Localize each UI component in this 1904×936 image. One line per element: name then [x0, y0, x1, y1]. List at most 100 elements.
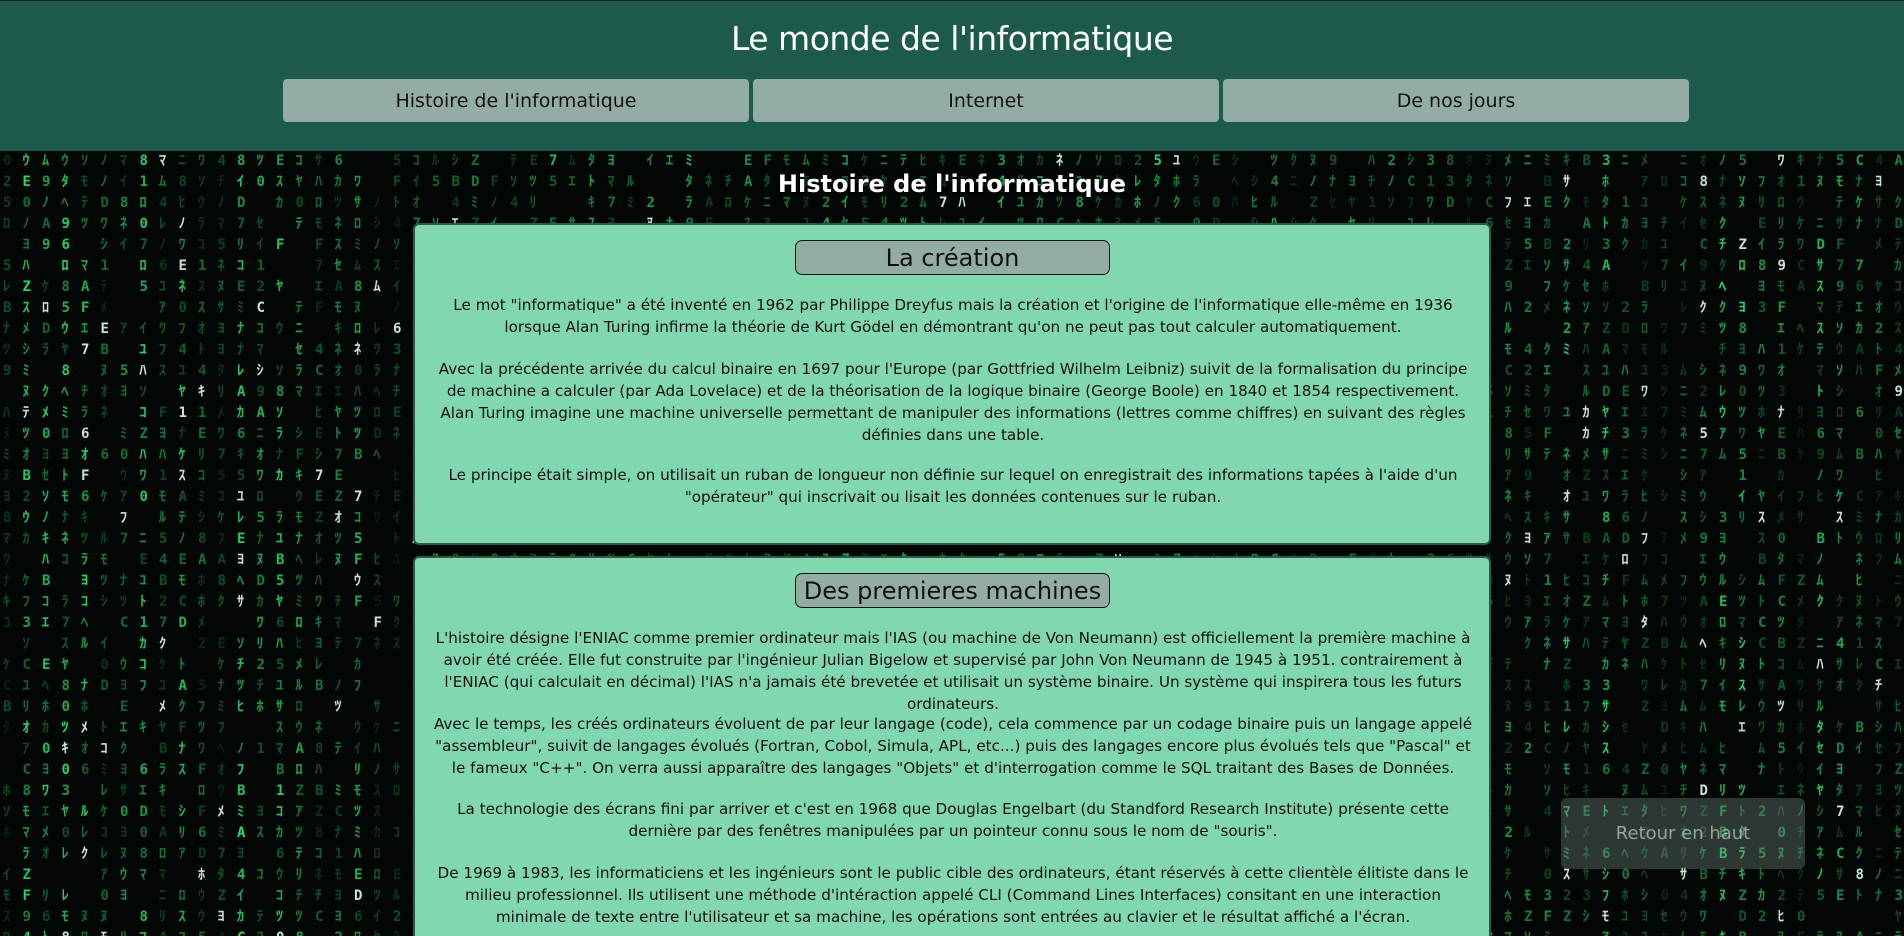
- svg-text:8: 8: [23, 783, 31, 799]
- back-to-top-button[interactable]: Retour en haut: [1561, 798, 1805, 869]
- svg-text:ﾏ: ﾏ: [276, 741, 283, 757]
- nav-de-nos-jours-button[interactable]: De nos jours: [1223, 79, 1689, 122]
- svg-text:F: F: [354, 552, 362, 568]
- svg-text:C: C: [1856, 153, 1864, 169]
- svg-text:2: 2: [23, 489, 31, 505]
- svg-text:ﾛ: ﾛ: [393, 783, 400, 799]
- nav-histoire-button[interactable]: Histoire de l'informatique: [283, 79, 749, 122]
- svg-text:F: F: [1778, 573, 1786, 589]
- svg-text:Z: Z: [1895, 762, 1903, 778]
- svg-text:4: 4: [1524, 720, 1532, 736]
- svg-text:ｻ: ｻ: [1836, 867, 1843, 883]
- svg-text:ﾖ: ﾖ: [42, 447, 49, 463]
- svg-text:ﾜ: ﾜ: [159, 321, 166, 337]
- svg-text:ｺ: ｺ: [1661, 552, 1668, 568]
- svg-text:ｺ: ｺ: [393, 825, 400, 841]
- svg-text:ﾗ: ﾗ: [81, 552, 88, 568]
- svg-text:A: A: [237, 384, 246, 400]
- svg-text:ﾖ: ﾖ: [257, 804, 264, 820]
- svg-text:ｸ: ｸ: [218, 594, 225, 610]
- svg-text:ﾀ: ﾀ: [1817, 720, 1824, 736]
- svg-text:0: 0: [140, 825, 148, 841]
- svg-text:ﾁ: ﾁ: [315, 888, 322, 904]
- svg-text:ｵ: ｵ: [1563, 468, 1570, 484]
- svg-text:ﾈ: ﾈ: [1719, 363, 1726, 379]
- svg-text:ｶ: ｶ: [140, 636, 147, 652]
- svg-text:ｿ: ｿ: [23, 636, 30, 652]
- svg-text:ﾓ: ﾓ: [1505, 762, 1512, 778]
- svg-text:ﾖ: ﾖ: [1524, 594, 1531, 610]
- svg-text:0: 0: [42, 426, 50, 442]
- svg-text:ﾉ: ﾉ: [335, 678, 342, 694]
- svg-text:ｺ: ｺ: [257, 321, 264, 337]
- svg-text:ｵ: ｵ: [1875, 384, 1882, 400]
- svg-text:0: 0: [179, 300, 187, 316]
- svg-text:3: 3: [1778, 384, 1786, 400]
- svg-text:ﾛ: ﾛ: [62, 426, 69, 442]
- svg-text:Z: Z: [1563, 909, 1571, 925]
- svg-text:ｽ: ｽ: [1641, 930, 1648, 936]
- svg-text:ﾗ: ﾗ: [1778, 237, 1785, 253]
- svg-text:ｿ: ｿ: [237, 636, 244, 652]
- svg-text:1: 1: [179, 405, 187, 421]
- svg-text:ｱ: ｱ: [1836, 615, 1843, 631]
- svg-text:ﾛ: ﾛ: [1836, 405, 1843, 421]
- svg-text:ｻ: ｻ: [1544, 846, 1551, 862]
- svg-text:ﾐ: ﾐ: [1856, 510, 1863, 526]
- svg-text:ｼ: ｼ: [1407, 153, 1414, 169]
- svg-text:ﾖ: ﾖ: [120, 384, 127, 400]
- svg-text:D: D: [1895, 216, 1903, 232]
- nav-internet-button[interactable]: Internet: [753, 79, 1219, 122]
- svg-text:ﾄ: ﾄ: [1524, 573, 1531, 589]
- svg-text:ﾃ: ﾃ: [335, 636, 342, 652]
- svg-text:1: 1: [159, 468, 167, 484]
- svg-text:ﾉ: ﾉ: [1641, 510, 1648, 526]
- svg-text:ｼ: ｼ: [1700, 510, 1707, 526]
- svg-text:ｳ: ｳ: [1895, 300, 1902, 316]
- svg-text:E: E: [1622, 384, 1630, 400]
- svg-text:ﾐ: ﾐ: [237, 300, 244, 316]
- svg-text:ﾗ: ﾗ: [198, 216, 205, 232]
- svg-text:ﾊ: ﾊ: [22, 258, 30, 274]
- svg-text:ﾑ: ﾑ: [569, 153, 576, 169]
- svg-text:4: 4: [1836, 636, 1844, 652]
- svg-text:C: C: [1758, 636, 1766, 652]
- svg-text:ﾁ: ﾁ: [1719, 867, 1726, 883]
- svg-text:ﾛ: ﾛ: [374, 867, 381, 883]
- svg-text:1: 1: [335, 846, 343, 862]
- svg-text:ﾚ: ﾚ: [159, 216, 166, 232]
- svg-text:ﾑ: ﾑ: [42, 153, 49, 169]
- svg-text:ﾑ: ﾑ: [1602, 594, 1609, 610]
- svg-text:ﾄ: ﾄ: [198, 342, 205, 358]
- svg-text:3: 3: [1622, 426, 1630, 442]
- svg-text:A: A: [1895, 153, 1904, 169]
- svg-text:ｳ: ｳ: [198, 909, 205, 925]
- svg-text:ﾓ: ﾓ: [62, 489, 69, 505]
- svg-text:ﾐ: ﾐ: [354, 237, 361, 253]
- svg-text:ﾂ: ﾂ: [1271, 153, 1278, 169]
- svg-text:ﾁ: ﾁ: [257, 678, 264, 694]
- svg-text:ｺ: ｺ: [62, 552, 69, 568]
- svg-text:ﾐ: ﾐ: [120, 426, 127, 442]
- svg-text:4: 4: [1895, 342, 1903, 358]
- svg-text:F: F: [1875, 363, 1883, 379]
- svg-text:ｴ: ｴ: [666, 153, 673, 169]
- svg-text:Z: Z: [1641, 762, 1649, 778]
- svg-text:F: F: [198, 762, 206, 778]
- svg-text:1: 1: [1778, 342, 1786, 358]
- svg-text:ﾙ: ﾙ: [1504, 321, 1513, 337]
- svg-text:7: 7: [1661, 405, 1669, 421]
- svg-text:7: 7: [1700, 678, 1708, 694]
- svg-text:ｶ: ｶ: [276, 825, 283, 841]
- svg-text:ﾄ: ﾄ: [1875, 342, 1882, 358]
- svg-text:ﾌ: ﾌ: [1602, 888, 1609, 904]
- svg-text:ｽ: ｽ: [335, 237, 342, 253]
- svg-text:ﾅ: ﾅ: [1875, 888, 1882, 904]
- svg-text:ｻ: ｻ: [393, 762, 400, 778]
- svg-text:3: 3: [1602, 153, 1610, 169]
- svg-text:C: C: [120, 615, 128, 631]
- svg-text:ｼ: ｼ: [1739, 573, 1746, 589]
- svg-text:8: 8: [198, 531, 206, 547]
- svg-text:0: 0: [101, 657, 109, 673]
- svg-text:ｵ: ｵ: [198, 321, 205, 337]
